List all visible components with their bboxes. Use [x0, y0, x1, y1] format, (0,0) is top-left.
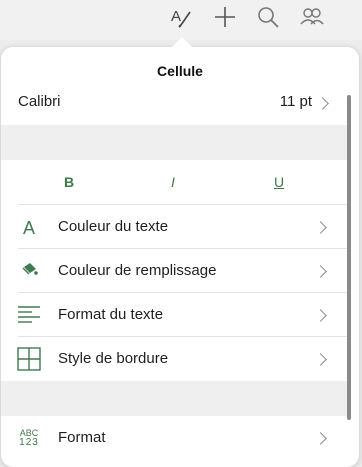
menu-item-label: Style de bordure [58, 350, 169, 367]
abc-123-icon: ABC 123 [16, 426, 42, 450]
menu-item-text-color[interactable]: A Couleur du texte [1, 205, 347, 249]
chevron-right-icon [314, 221, 327, 234]
menu-item-label: Couleur du texte [58, 218, 169, 235]
border-grid-icon [16, 347, 42, 371]
top-toolbar: A [0, 0, 362, 40]
chevron-right-icon [314, 265, 327, 278]
italic-button[interactable]: I [171, 174, 175, 190]
chevron-right-icon [314, 353, 327, 366]
svg-text:A: A [171, 8, 181, 25]
chevron-right-icon [314, 432, 327, 445]
fill-bucket-icon [16, 259, 42, 283]
menu-item-label: Format du texte [58, 306, 164, 323]
menu-item-border-style[interactable]: Style de bordure [1, 337, 347, 381]
menu-item-label: Format [58, 429, 106, 446]
font-size: 11 pt [279, 93, 312, 110]
bold-button[interactable]: B [64, 174, 74, 190]
font-name: Calibri [18, 93, 61, 110]
scrollbar[interactable] [347, 95, 351, 420]
underline-button[interactable]: U [274, 174, 284, 190]
menu-item-text-format[interactable]: Format du texte [1, 293, 347, 337]
font-selector[interactable]: Calibri 11 pt [1, 89, 347, 125]
menu-item-fill-color[interactable]: Couleur de remplissage [1, 249, 347, 293]
plus-icon[interactable] [211, 4, 239, 30]
cell-format-popover: Cellule Calibri 11 pt B I U A Couleur du… [1, 47, 359, 467]
text-style-row: B I U [1, 160, 347, 204]
section-separator [1, 125, 347, 160]
people-icon[interactable] [298, 4, 326, 30]
popover-title: Cellule [157, 63, 203, 79]
text-color-icon: A [16, 215, 42, 239]
text-align-icon [16, 303, 42, 327]
svg-text:A: A [23, 218, 35, 238]
menu-item-label: Couleur de remplissage [58, 262, 217, 279]
digits-icon-text: 123 [19, 437, 39, 448]
menu-item-number-format[interactable]: ABC 123 Format [1, 416, 347, 460]
popover-arrow [171, 37, 193, 48]
chevron-right-icon [316, 97, 329, 110]
section-separator [1, 381, 347, 416]
search-icon[interactable] [254, 4, 282, 30]
chevron-right-icon [314, 309, 327, 322]
format-brush-icon[interactable]: A [167, 4, 195, 30]
